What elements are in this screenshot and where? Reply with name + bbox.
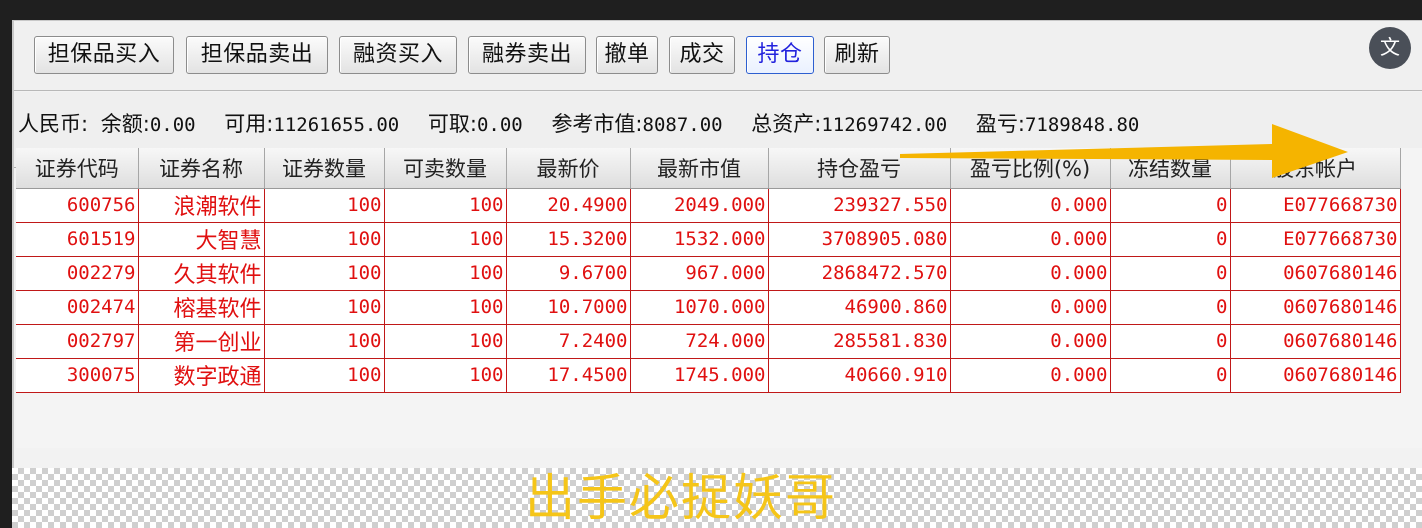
cell-pnl-ratio: 0.000: [950, 256, 1111, 291]
col-security-code[interactable]: 证券代码: [16, 148, 139, 189]
cell-code: 600756: [16, 188, 139, 223]
short-sell-button[interactable]: 融券卖出: [468, 36, 586, 74]
cell-frozen: 0: [1110, 256, 1231, 291]
cell-quantity: 100: [264, 188, 385, 223]
cell-market-value: 2049.000: [630, 188, 769, 223]
cell-pnl: 3708905.080: [768, 222, 951, 257]
cell-account: E077668730: [1230, 222, 1401, 257]
buy-collateral-button[interactable]: 担保品买入: [34, 36, 174, 74]
cell-account: 0607680146: [1230, 358, 1401, 393]
cell-price: 20.4900: [506, 188, 631, 223]
available-funds: 可用:11261655.00: [224, 112, 400, 136]
cell-code: 002797: [16, 324, 139, 359]
reference-market-value: 参考市值:8087.00: [551, 112, 723, 136]
cell-sellable: 100: [384, 222, 507, 257]
translate-icon[interactable]: 文: [1369, 27, 1411, 69]
cell-sellable: 100: [384, 290, 507, 325]
cell-market-value: 967.000: [630, 256, 769, 291]
cell-name: 浪潮软件: [138, 188, 265, 223]
sell-collateral-button[interactable]: 担保品卖出: [186, 36, 328, 74]
caption-overlay: 出手必捉妖哥: [525, 469, 837, 527]
cell-pnl: 40660.910: [768, 358, 951, 393]
table-row[interactable]: 300075 数字政通 100 100 17.4500 1745.000 406…: [16, 358, 1401, 393]
cell-code: 002474: [16, 290, 139, 325]
cell-pnl-ratio: 0.000: [950, 358, 1111, 393]
arrow-annotation: [900, 124, 1348, 178]
table-row[interactable]: 601519 大智慧 100 100 15.3200 1532.000 3708…: [16, 222, 1401, 257]
cell-code: 002279: [16, 256, 139, 291]
cell-pnl-ratio: 0.000: [950, 222, 1111, 257]
cell-quantity: 100: [264, 256, 385, 291]
cell-pnl-ratio: 0.000: [950, 324, 1111, 359]
cell-sellable: 100: [384, 256, 507, 291]
cell-price: 10.7000: [506, 290, 631, 325]
cell-name: 榕基软件: [138, 290, 265, 325]
withdrawable-funds: 可取:0.00: [427, 112, 523, 136]
cell-market-value: 1070.000: [630, 290, 769, 325]
balance: 余额:0.00: [100, 112, 196, 136]
margin-buy-button[interactable]: 融资买入: [339, 36, 457, 74]
cell-quantity: 100: [264, 290, 385, 325]
cell-sellable: 100: [384, 358, 507, 393]
trades-button[interactable]: 成交: [669, 36, 735, 74]
cell-name: 数字政通: [138, 358, 265, 393]
cell-name: 大智慧: [138, 222, 265, 257]
cell-name: 久其软件: [138, 256, 265, 291]
currency-label: 人民币:: [18, 112, 89, 136]
cell-account: 0607680146: [1230, 290, 1401, 325]
cancel-order-button[interactable]: 撤单: [596, 36, 658, 74]
cell-pnl: 2868472.570: [768, 256, 951, 291]
toolbar: 担保品买入 担保品卖出 融资买入 融券卖出 撤单 成交 持仓 刷新: [14, 21, 1422, 91]
cell-pnl-ratio: 0.000: [950, 290, 1111, 325]
cell-name: 第一创业: [138, 324, 265, 359]
col-last-price[interactable]: 最新价: [506, 148, 631, 189]
cell-sellable: 100: [384, 324, 507, 359]
cell-quantity: 100: [264, 222, 385, 257]
cell-price: 7.2400: [506, 324, 631, 359]
table-row[interactable]: 002279 久其软件 100 100 9.6700 967.000 28684…: [16, 256, 1401, 291]
positions-button[interactable]: 持仓: [746, 36, 814, 74]
cell-code: 601519: [16, 222, 139, 257]
cell-quantity: 100: [264, 358, 385, 393]
cell-frozen: 0: [1110, 358, 1231, 393]
col-quantity[interactable]: 证券数量: [264, 148, 385, 189]
col-security-name[interactable]: 证券名称: [138, 148, 265, 189]
col-sellable-quantity[interactable]: 可卖数量: [384, 148, 507, 189]
refresh-button[interactable]: 刷新: [824, 36, 890, 74]
cell-price: 17.4500: [506, 358, 631, 393]
cell-market-value: 1532.000: [630, 222, 769, 257]
cell-frozen: 0: [1110, 290, 1231, 325]
cell-price: 15.3200: [506, 222, 631, 257]
cell-frozen: 0: [1110, 222, 1231, 257]
cell-code: 300075: [16, 358, 139, 393]
cell-quantity: 100: [264, 324, 385, 359]
cell-sellable: 100: [384, 188, 507, 223]
col-market-value[interactable]: 最新市值: [630, 148, 769, 189]
cell-pnl: 46900.860: [768, 290, 951, 325]
cell-pnl: 285581.830: [768, 324, 951, 359]
cell-market-value: 1745.000: [630, 358, 769, 393]
cell-account: 0607680146: [1230, 324, 1401, 359]
cell-market-value: 724.000: [630, 324, 769, 359]
cell-account: 0607680146: [1230, 256, 1401, 291]
cell-price: 9.6700: [506, 256, 631, 291]
table-row[interactable]: 002474 榕基软件 100 100 10.7000 1070.000 469…: [16, 290, 1401, 325]
table-row[interactable]: 002797 第一创业 100 100 7.2400 724.000 28558…: [16, 324, 1401, 359]
cell-frozen: 0: [1110, 324, 1231, 359]
